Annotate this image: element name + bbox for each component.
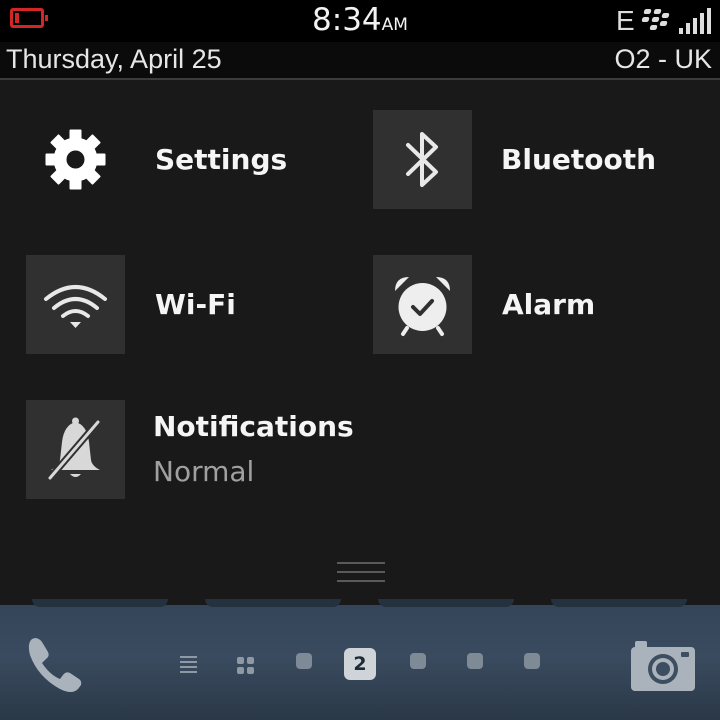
bluetooth-tile[interactable]: [373, 110, 472, 209]
dock-tab: [551, 599, 687, 607]
signal-icon: [679, 8, 713, 34]
clock-ampm: AM: [381, 15, 408, 35]
quick-settings-panel: Settings Bluetooth Wi-Fi Alarm Notificat…: [0, 80, 720, 605]
dock-tab: [32, 599, 168, 607]
wifi-icon: [44, 285, 107, 328]
alarm-tile[interactable]: [373, 255, 472, 354]
bluetooth-label[interactable]: Bluetooth: [501, 143, 656, 176]
date-bar: Thursday, April 25 O2 - UK: [0, 42, 720, 80]
blackberry-logo-icon: [641, 9, 670, 33]
alarm-clock-icon: [395, 277, 450, 336]
settings-label[interactable]: Settings: [155, 143, 287, 176]
panel-grip-handle[interactable]: [337, 562, 385, 589]
dock-tab: [205, 599, 341, 607]
bluetooth-icon: [406, 132, 438, 187]
status-bar: 8:34AM E: [0, 0, 720, 42]
notifications-tile[interactable]: [26, 400, 125, 499]
page-indicator[interactable]: [524, 653, 540, 669]
dock-tab: [378, 599, 514, 607]
wifi-label[interactable]: Wi-Fi: [155, 288, 236, 321]
phone-icon[interactable]: [24, 633, 86, 695]
signal-bar: [707, 8, 711, 34]
carrier-label: O2 - UK: [614, 44, 712, 74]
alarm-label[interactable]: Alarm: [502, 288, 595, 321]
clock: 8:34AM: [0, 2, 720, 38]
network-type: E: [616, 5, 635, 36]
active-page-indicator[interactable]: 2: [344, 648, 376, 680]
signal-bar: [679, 28, 683, 34]
date-label: Thursday, April 25: [6, 44, 222, 74]
notifications-label[interactable]: Notifications: [153, 410, 354, 443]
signal-bar: [693, 18, 697, 34]
gear-icon: [45, 129, 106, 190]
camera-icon[interactable]: [629, 637, 697, 693]
grid-icon[interactable]: [237, 657, 255, 675]
list-icon[interactable]: [180, 656, 197, 676]
signal-bar: [700, 13, 704, 34]
clock-time: 8:34: [312, 2, 382, 38]
page-indicator[interactable]: [410, 653, 426, 669]
settings-tile[interactable]: [26, 110, 125, 209]
signal-bar: [686, 23, 690, 34]
notifications-mode-value: Normal: [153, 455, 255, 488]
page-indicator[interactable]: [467, 653, 483, 669]
bell-muted-icon: [46, 417, 102, 482]
page-indicator[interactable]: [296, 653, 312, 669]
wifi-tile[interactable]: [26, 255, 125, 354]
